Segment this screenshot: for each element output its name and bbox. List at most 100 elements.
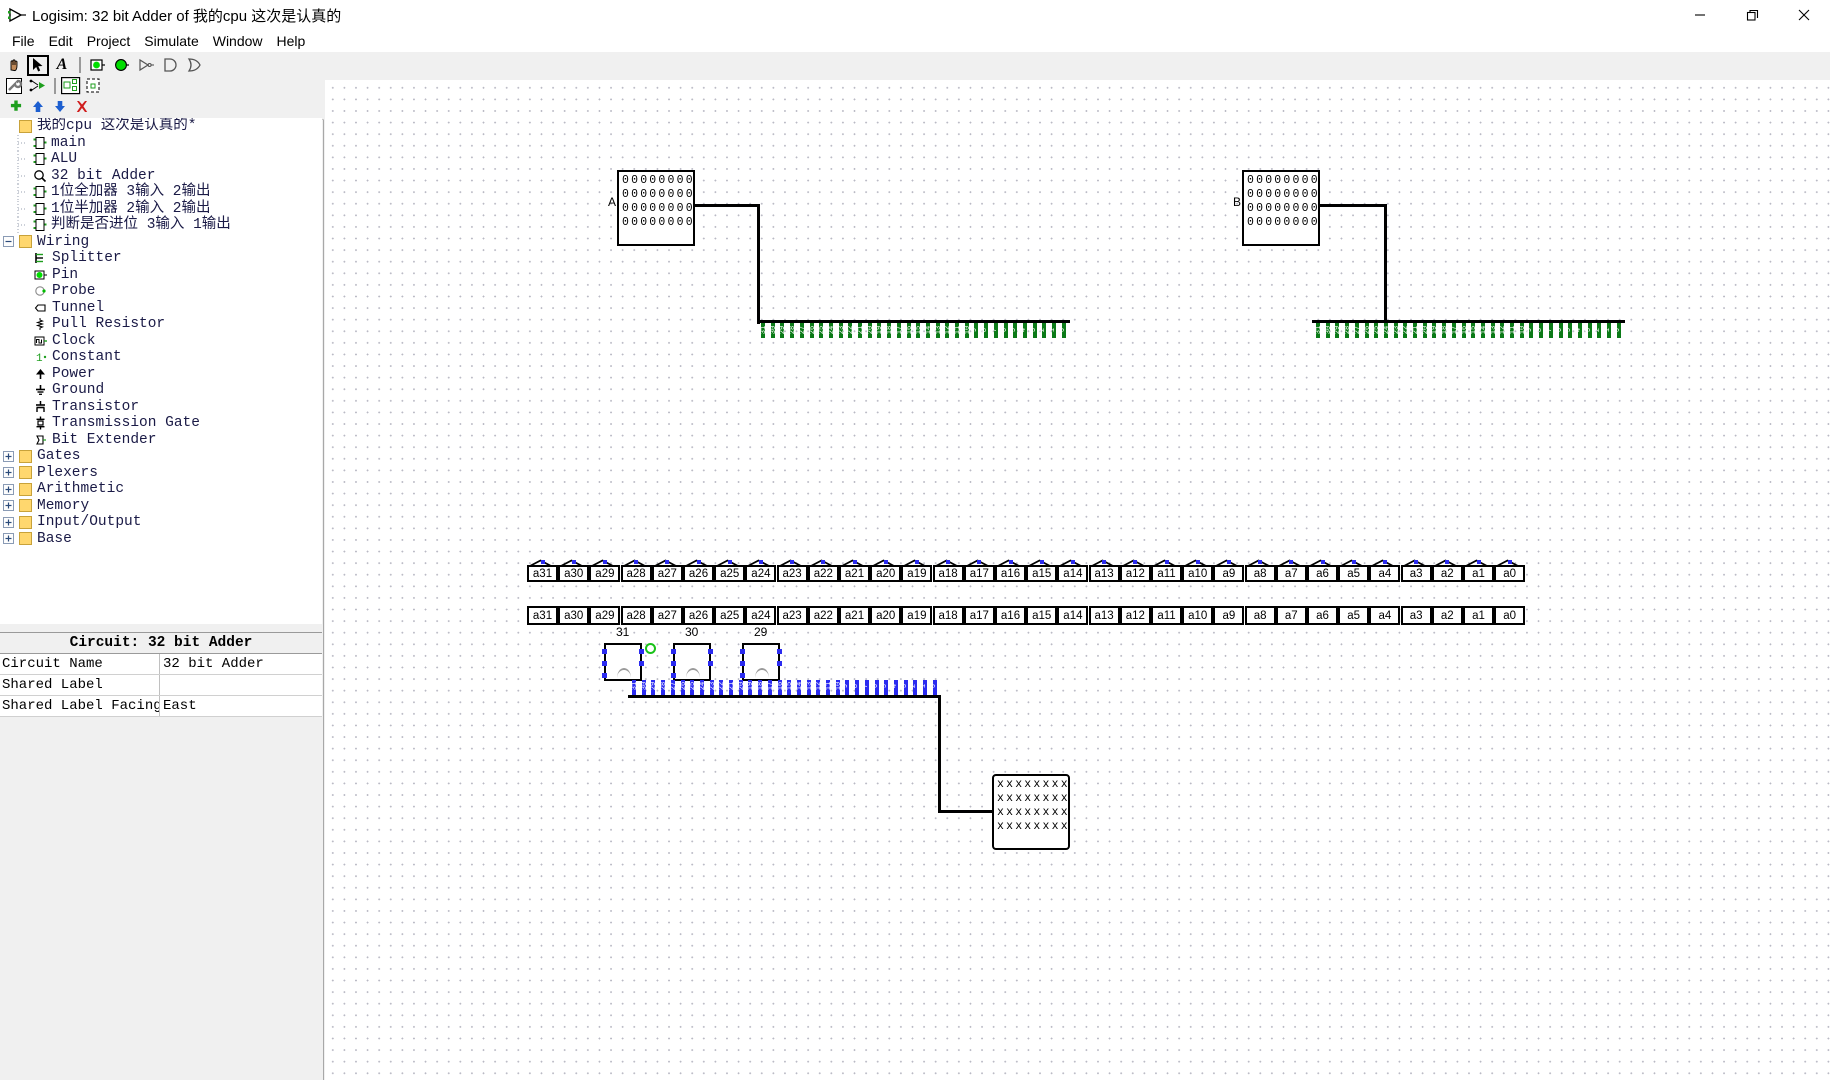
tunnel-a15[interactable]: a15 [1026,559,1058,582]
wire-out-vertical[interactable] [938,695,941,813]
tree-library-arithmetic[interactable]: Arithmetic [0,481,322,498]
project-explorer-tree[interactable]: 我的cpu 这次是认真的* main ALU 32 bit Adder 1位全加… [0,118,322,624]
input-pin-a[interactable]: 00000000 00000000 00000000 00000000 [617,170,695,246]
splitter-bit-25[interactable]: 25 [818,323,826,338]
tunnel-a17[interactable]: a17 [963,559,995,582]
tunnel-a20[interactable]: a20 [870,604,902,626]
close-button[interactable] [1778,0,1830,30]
splitter-bit-18[interactable]: 18 [757,680,765,695]
menu-edit[interactable]: Edit [42,32,80,50]
splitter-bit-15[interactable]: 15 [915,323,923,338]
tunnel-a23[interactable]: a23 [776,604,808,626]
tunnel-a12[interactable]: a12 [1119,604,1151,626]
expand-toggle-icon[interactable] [2,499,15,512]
tunnel-a18[interactable]: a18 [932,604,964,626]
splitter-bit-15[interactable]: 15 [1470,323,1478,338]
tree-library-gates[interactable]: Gates [0,448,322,465]
splitter-bit-5[interactable]: 5 [1010,323,1018,338]
tunnel-a9[interactable]: a9 [1213,604,1245,626]
splitter-bit-23[interactable]: 23 [1393,323,1401,338]
splitter-bit-2[interactable]: 2 [1594,323,1602,338]
expand-toggle-icon[interactable] [2,516,15,529]
property-value-shared-label[interactable] [160,675,322,695]
menu-file[interactable]: File [5,32,42,50]
tunnel-a1[interactable]: a1 [1463,604,1494,626]
tunnel-a13[interactable]: a13 [1088,604,1120,626]
tree-item-bit-extender[interactable]: Bit Extender [0,432,322,449]
adder-block-30[interactable] [673,643,711,681]
tree-item-main[interactable]: main [0,134,322,152]
tunnel-a22[interactable]: a22 [807,604,839,626]
tree-item-pin[interactable]: Pin [0,267,322,284]
tunnel-a7[interactable]: a7 [1275,604,1307,626]
menu-window[interactable]: Window [206,32,270,50]
adder-block-pin[interactable] [671,661,676,666]
splitter-bit-14[interactable]: 14 [1480,323,1488,338]
tunnel-a20[interactable]: a20 [870,559,902,582]
tree-library-input-output[interactable]: Input/Output [0,514,322,531]
splitter-bit-13[interactable]: 13 [935,323,943,338]
collapse-toggle-icon[interactable] [2,235,15,248]
splitter-bit-24[interactable]: 24 [699,680,707,695]
splitter-bit-17[interactable]: 17 [767,680,775,695]
delete-circuit-button[interactable] [71,98,93,116]
tunnel-a29[interactable]: a29 [589,559,621,582]
splitter-bit-30[interactable]: 30 [641,680,649,695]
adder-block-pin[interactable] [777,661,782,666]
property-row-shared-label[interactable]: Shared Label [0,675,322,696]
wrench-tool-button[interactable] [5,77,27,95]
splitter-bit-31[interactable]: 31 [1315,323,1323,338]
property-value-circuit-name[interactable]: 32 bit Adder [160,654,322,674]
splitter-bit-1[interactable]: 1 [1049,323,1057,338]
splitter-bit-9[interactable]: 9 [842,680,850,695]
tunnel-a16[interactable]: a16 [995,559,1026,582]
wire-b-vertical[interactable] [1384,204,1387,324]
simulation-tree-button[interactable] [27,77,49,95]
splitter-bit-11[interactable]: 11 [1509,323,1517,338]
tree-item-constant[interactable]: 1 Constant [0,349,322,366]
tunnel-a18[interactable]: a18 [932,559,964,582]
splitter-bit-5[interactable]: 5 [1565,323,1573,338]
tunnel-a28[interactable]: a28 [620,604,652,626]
splitter-bit-12[interactable]: 12 [945,323,953,338]
splitter-bit-14[interactable]: 14 [925,323,933,338]
splitter-bit-24[interactable]: 24 [828,323,836,338]
splitter-bit-0[interactable]: 0 [930,680,938,695]
tunnel-a23[interactable]: a23 [776,559,808,582]
splitter-bit-10[interactable]: 10 [1519,323,1527,338]
splitter-bit-23[interactable]: 23 [838,323,846,338]
minimize-button[interactable] [1674,0,1726,30]
tree-library-memory[interactable]: Memory [0,498,322,515]
splitter-bit-26[interactable]: 26 [1364,323,1372,338]
splitter-bit-30[interactable]: 30 [770,323,778,338]
menu-project[interactable]: Project [80,32,138,50]
splitter-bit-18[interactable]: 18 [1441,323,1449,338]
tunnel-a30[interactable]: a30 [558,604,590,626]
splitter-bit-21[interactable]: 21 [1412,323,1420,338]
not-gate-tool-button[interactable] [135,55,157,76]
adder-block-pin[interactable] [671,649,676,654]
splitter-bit-3[interactable]: 3 [1585,323,1593,338]
splitter-bit-28[interactable]: 28 [789,323,797,338]
tunnel-a24[interactable]: a24 [745,604,777,626]
splitter-bit-28[interactable]: 28 [1344,323,1352,338]
tunnel-a28[interactable]: a28 [620,559,652,582]
splitter-bit-31[interactable]: 31 [631,680,639,695]
adder-block-31[interactable] [604,643,642,681]
tree-project-root[interactable]: 我的cpu 这次是认真的* [0,118,322,135]
splitter-bit-7[interactable]: 7 [1546,323,1554,338]
tree-item-transmission-gate[interactable]: Transmission Gate [0,415,322,432]
and-gate-tool-button[interactable] [159,55,181,76]
tunnel-a4[interactable]: a4 [1369,604,1401,626]
tree-item-probe[interactable]: Probe [0,283,322,300]
tunnel-a0[interactable]: a0 [1494,559,1526,582]
tunnel-a13[interactable]: a13 [1088,559,1120,582]
tunnel-a24[interactable]: a24 [745,559,777,582]
tunnel-a6[interactable]: a6 [1307,604,1338,626]
adder-block-pin[interactable] [602,673,607,678]
splitter-bit-25[interactable]: 25 [1373,323,1381,338]
splitter-bit-21[interactable]: 21 [857,323,865,338]
splitter-bit-19[interactable]: 19 [877,323,885,338]
adder-block-29[interactable] [742,643,780,681]
tree-library-plexers[interactable]: Plexers [0,465,322,482]
